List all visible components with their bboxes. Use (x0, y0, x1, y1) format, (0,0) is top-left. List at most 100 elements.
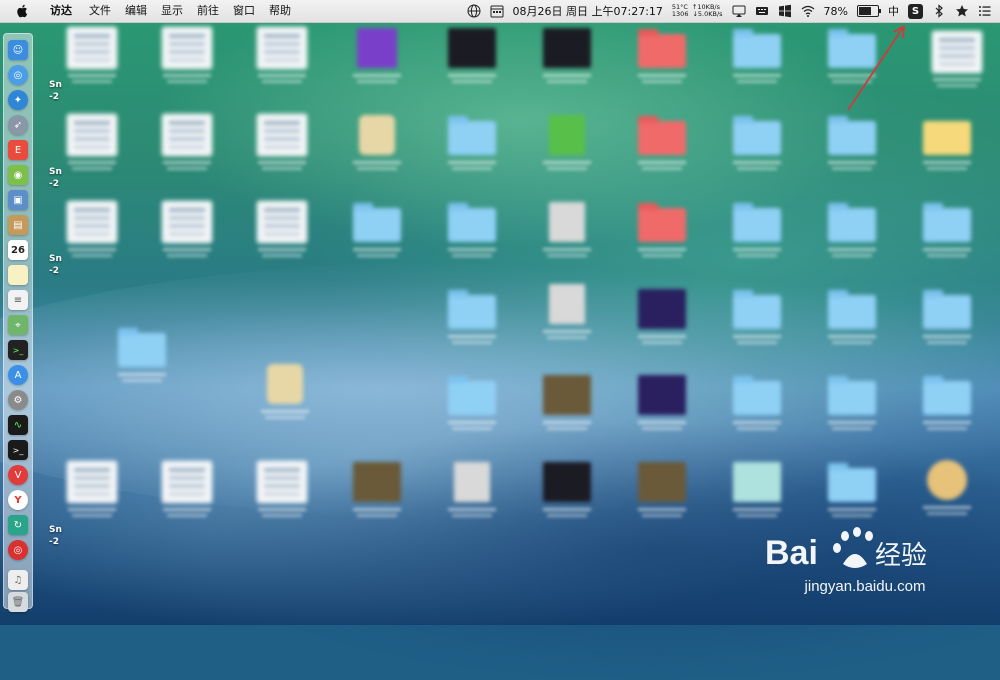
desktop-app-icon[interactable] (347, 28, 407, 98)
desktop-file-icon[interactable] (62, 115, 122, 185)
desktop-file-icon[interactable] (62, 202, 122, 272)
safari-icon[interactable]: ✦ (8, 90, 28, 110)
music-file-icon[interactable]: ♫ (8, 570, 28, 590)
desktop-app-icon[interactable] (537, 375, 597, 445)
star-icon[interactable] (955, 4, 969, 18)
desktop-folder-icon[interactable] (442, 202, 502, 272)
desktop-file-icon[interactable] (252, 462, 312, 532)
desktop-file-icon[interactable] (537, 284, 597, 354)
menu-help[interactable]: 帮助 (262, 0, 298, 22)
desktop-folder-icon[interactable] (917, 115, 977, 185)
desktop-file-icon[interactable] (252, 202, 312, 272)
calendar-app-icon[interactable]: 26 (8, 240, 28, 260)
netease-music-icon[interactable]: ◎ (8, 540, 28, 560)
desktop-file-icon[interactable] (252, 115, 312, 185)
desktop-folder-icon[interactable] (632, 115, 692, 185)
globe-icon[interactable] (467, 4, 481, 18)
activity-monitor-icon[interactable]: ∿ (8, 415, 28, 435)
maps-icon[interactable]: ⌖ (8, 315, 28, 335)
desktop-folder-icon[interactable] (917, 202, 977, 272)
launchpad-icon[interactable]: ➶ (8, 115, 28, 135)
desktop-folder-icon[interactable] (632, 28, 692, 98)
keyboard-icon[interactable] (755, 4, 769, 18)
desktop-file-icon[interactable] (157, 28, 217, 98)
desktop-folder-icon[interactable] (727, 375, 787, 445)
desktop-file-icon[interactable] (252, 28, 312, 98)
download-speed: ↓5.0KB/s (692, 10, 723, 18)
desktop-folder-icon[interactable] (727, 115, 787, 185)
vivaldi-icon[interactable]: V (8, 465, 28, 485)
menu-clock[interactable]: 08月26日 周日 上午07:27:17 (513, 3, 663, 19)
desktop-folder-icon[interactable] (822, 289, 882, 359)
desktop-file-icon[interactable] (537, 28, 597, 98)
windows-icon[interactable] (778, 4, 792, 18)
desktop-folder-icon[interactable] (727, 289, 787, 359)
desktop-file-icon[interactable] (537, 462, 597, 532)
desktop-folder-icon[interactable] (632, 202, 692, 272)
desktop-file-icon[interactable] (157, 115, 217, 185)
terminal-icon[interactable]: >_ (8, 340, 28, 360)
desktop-folder-icon[interactable] (442, 115, 502, 185)
app-red-icon[interactable]: E (8, 140, 28, 160)
system-preferences-icon[interactable]: ⚙ (8, 390, 28, 410)
desktop-file-icon[interactable] (442, 28, 502, 98)
desktop-file-icon[interactable] (537, 202, 597, 272)
apple-menu-icon[interactable] (15, 4, 29, 18)
desktop-folder-icon[interactable] (347, 202, 407, 272)
menu-app-name[interactable]: 访达 (43, 0, 82, 22)
preview-icon[interactable]: ▣ (8, 190, 28, 210)
desktop-folder-icon[interactable] (112, 327, 172, 397)
desktop-left-label: -2 (49, 266, 59, 276)
trash-icon[interactable]: 🗑 (8, 592, 28, 612)
sync-icon[interactable]: ↻ (8, 515, 28, 535)
display-icon[interactable] (732, 4, 746, 18)
desktop-package-icon[interactable] (347, 115, 407, 185)
desktop-file-icon[interactable] (157, 202, 217, 272)
network-speed-monitor[interactable]: 51°C ↑10KB/s 1306 ↓5.0KB/s (672, 4, 723, 18)
desktop-file-icon[interactable] (347, 462, 407, 532)
menu-view[interactable]: 显示 (154, 0, 190, 22)
desktop-file-icon[interactable] (632, 289, 692, 359)
svg-text:经验: 经验 (875, 541, 927, 571)
desktop-left-label: Sn (49, 254, 62, 264)
desktop-left-label: Sn (49, 80, 62, 90)
desktop-file-icon[interactable] (442, 462, 502, 532)
safari-compass-icon[interactable]: ◎ (8, 65, 28, 85)
desktop-left-label: -2 (49, 92, 59, 102)
desktop-package-icon[interactable] (255, 364, 315, 434)
baidu-jingyan-watermark: Bai 经验 jingyan.baidu.com (765, 520, 965, 610)
desktop-folder-icon[interactable] (917, 289, 977, 359)
finder-icon[interactable]: ☺ (8, 40, 28, 60)
textedit-icon[interactable]: ≡ (8, 290, 28, 310)
android-icon[interactable]: ◉ (8, 165, 28, 185)
app-store-icon[interactable]: A (8, 365, 28, 385)
desktop-folder-icon[interactable] (822, 202, 882, 272)
desktop-folder-icon[interactable] (822, 375, 882, 445)
desktop-folder-icon[interactable] (917, 375, 977, 445)
notification-center-icon[interactable] (978, 4, 992, 18)
console-icon[interactable]: >_ (8, 440, 28, 460)
baidu-paw-logo-icon: Bai 经验 (765, 527, 927, 572)
desktop-file-icon[interactable] (632, 462, 692, 532)
svg-text:Bai: Bai (765, 534, 818, 572)
notes-icon[interactable] (8, 265, 28, 285)
desktop-file-icon[interactable] (632, 375, 692, 445)
desktop-folder-icon[interactable] (727, 202, 787, 272)
desktop-folder-icon[interactable] (442, 375, 502, 445)
desktop-folder-icon[interactable] (822, 115, 882, 185)
desktop-file-icon[interactable] (537, 115, 597, 185)
desktop-file-icon[interactable] (157, 462, 217, 532)
desktop-file-icon[interactable] (62, 462, 122, 532)
notebook-icon[interactable]: ▤ (8, 215, 28, 235)
menu-go[interactable]: 前往 (190, 0, 226, 22)
desktop-file-icon[interactable] (62, 28, 122, 98)
menu-edit[interactable]: 编辑 (118, 0, 154, 22)
desktop-folder-icon[interactable] (442, 289, 502, 359)
menu-file[interactable]: 文件 (82, 0, 118, 22)
calendar-icon[interactable] (490, 4, 504, 18)
menu-window[interactable]: 窗口 (226, 0, 262, 22)
desktop-folder-icon[interactable] (727, 28, 787, 98)
wifi-icon[interactable] (801, 4, 815, 18)
watermark-url: jingyan.baidu.com (804, 578, 926, 595)
yandex-icon[interactable]: Y (8, 490, 28, 510)
